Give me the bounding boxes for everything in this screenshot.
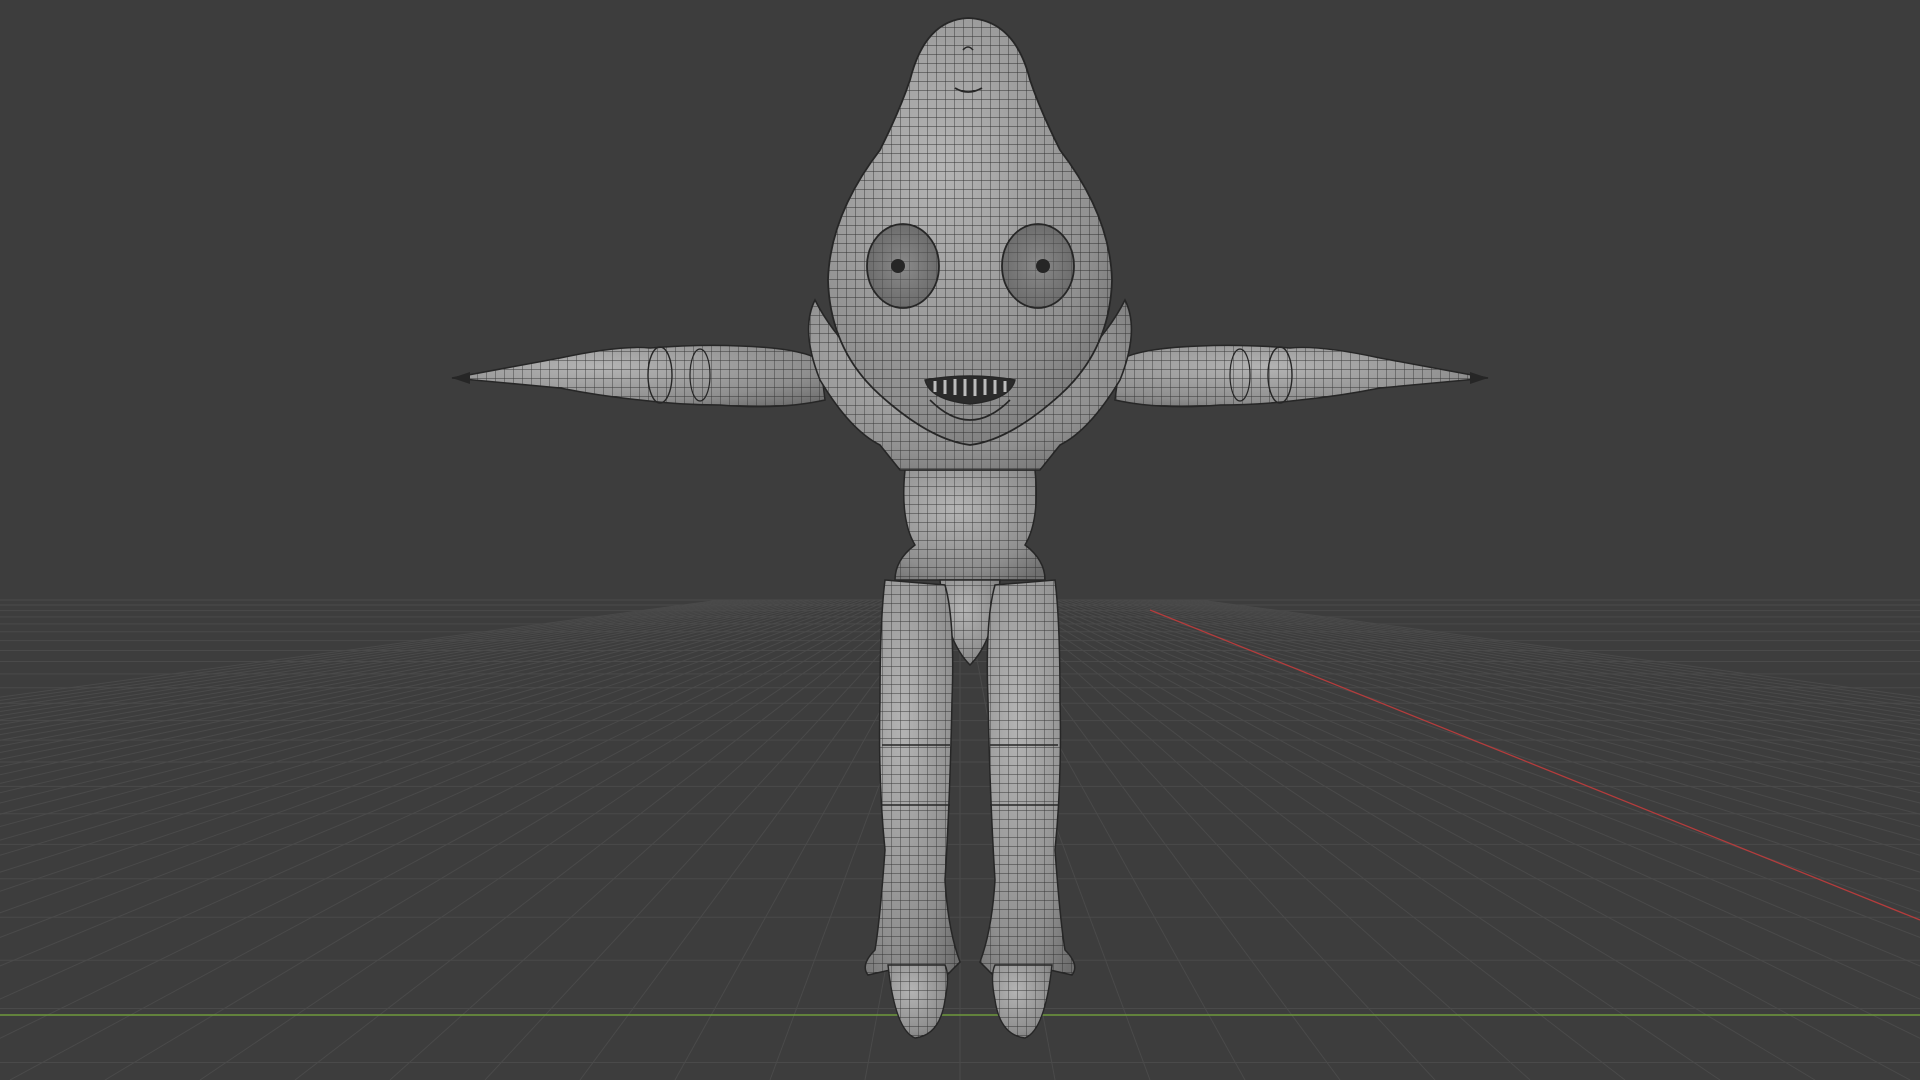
left-leg[interactable] bbox=[864, 579, 961, 1039]
floor-grid bbox=[0, 599, 1920, 1080]
left-arm[interactable] bbox=[451, 344, 826, 408]
viewport-canvas[interactable] bbox=[0, 0, 1920, 1080]
right-leg[interactable] bbox=[979, 579, 1076, 1039]
left-eye[interactable] bbox=[866, 223, 940, 309]
right-arm[interactable] bbox=[1114, 344, 1489, 408]
right-eye[interactable] bbox=[1001, 223, 1075, 309]
3d-viewport[interactable] bbox=[0, 0, 1920, 1080]
